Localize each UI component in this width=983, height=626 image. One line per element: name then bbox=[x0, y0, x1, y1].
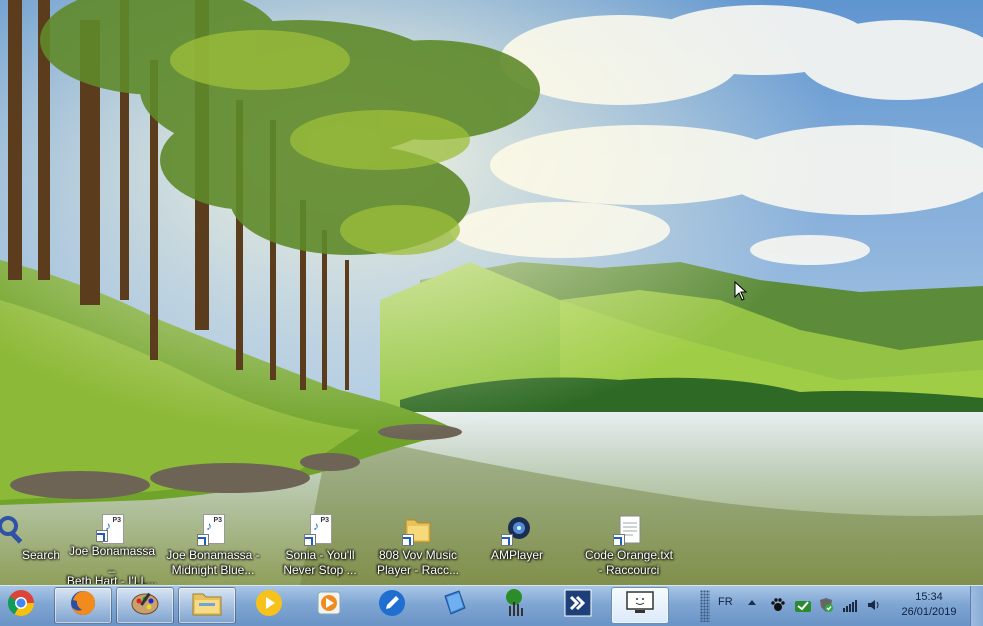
double-arrow-icon bbox=[563, 588, 593, 623]
desktop-icon-code-orange[interactable]: Code Orange.txt - Raccourci bbox=[581, 514, 677, 584]
mp3-shortcut-icon: ♪ P3 bbox=[197, 514, 229, 546]
desktop-icon-joe-bonamassa-beth-hart[interactable]: ♪ P3 Joe Bonamassa _ Beth Hart - I'LL... bbox=[64, 514, 160, 584]
text-file-shortcut-icon bbox=[613, 514, 645, 546]
speaker-icon[interactable] bbox=[866, 597, 882, 613]
green-check-icon[interactable] bbox=[794, 597, 811, 613]
taskbar-paint-button[interactable] bbox=[116, 587, 174, 624]
desktop-icon-label: Search bbox=[21, 548, 60, 562]
tray-grip bbox=[700, 590, 710, 622]
blue-pencil-icon bbox=[377, 588, 407, 623]
file-explorer-icon bbox=[191, 589, 223, 622]
desktop-icon-label: Sonia - You'll Never Stop ... bbox=[283, 548, 357, 577]
landscape-illustration bbox=[0, 0, 983, 585]
monitor-icon bbox=[624, 590, 656, 621]
paint-palette-icon bbox=[130, 590, 160, 621]
desktop-icon-label: Code Orange.txt - Raccourci bbox=[584, 548, 674, 577]
desktop-icon-label: 808 Vov Music Player - Racc... bbox=[376, 548, 460, 577]
mp3-shortcut-icon: ♪ P3 bbox=[96, 514, 128, 544]
shield-check-icon[interactable] bbox=[818, 597, 834, 613]
shortcut-arrow-icon bbox=[197, 534, 209, 546]
taskbar-equalizer-button[interactable] bbox=[487, 587, 545, 624]
desktop-icon-sonia-youll-never-stop[interactable]: ♪ P3 Sonia - You'll Never Stop ... bbox=[272, 514, 368, 584]
desktop-icon-label: Joe Bonamassa _ Beth Hart - I'LL... bbox=[66, 544, 158, 584]
taskbar-video-player-button[interactable] bbox=[300, 587, 358, 624]
signal-bars-icon[interactable] bbox=[842, 597, 858, 613]
folder-shortcut-icon bbox=[402, 514, 434, 546]
chrome-icon bbox=[6, 588, 36, 623]
taskbar-pencil-button[interactable] bbox=[363, 587, 421, 624]
system-clock[interactable]: 15:34 26/01/2019 bbox=[895, 590, 963, 620]
desktop-icon-label: Joe Bonamassa - Midnight Blue... bbox=[166, 548, 260, 577]
magnifier-icon bbox=[0, 514, 28, 546]
show-desktop-button[interactable] bbox=[970, 586, 983, 626]
mp3-shortcut-icon: ♪ P3 bbox=[304, 514, 336, 546]
taskbar-firefox-button[interactable] bbox=[54, 587, 112, 624]
shortcut-arrow-icon bbox=[304, 534, 316, 546]
desktop-wallpaper bbox=[0, 0, 983, 585]
shortcut-arrow-icon bbox=[96, 530, 108, 543]
video-player-icon bbox=[314, 588, 344, 623]
desktop-icon-amplayer[interactable]: AMPlayer bbox=[469, 514, 565, 584]
taskbar-yellow-player-button[interactable] bbox=[240, 587, 298, 624]
desktop-icon-joe-bonamassa-midnight-blue[interactable]: ♪ P3 Joe Bonamassa - Midnight Blue... bbox=[165, 514, 261, 584]
clock-date: 26/01/2019 bbox=[901, 606, 957, 618]
shortcut-arrow-icon bbox=[613, 534, 625, 546]
taskbar: FR 15:34 26/01/2019 bbox=[0, 585, 983, 626]
shortcut-arrow-icon bbox=[402, 534, 414, 546]
shortcut-arrow-icon bbox=[501, 534, 513, 546]
taskbar-remote-button[interactable] bbox=[549, 587, 607, 624]
taskbar-monitor-button[interactable] bbox=[611, 587, 669, 624]
taskbar-book-button[interactable] bbox=[425, 587, 483, 624]
mouse-cursor-icon bbox=[734, 280, 748, 306]
book-icon bbox=[439, 588, 469, 623]
firefox-icon bbox=[68, 588, 98, 623]
equalizer-icon bbox=[501, 588, 531, 623]
desktop-icon-808-vov-music-player[interactable]: 808 Vov Music Player - Racc... bbox=[370, 514, 466, 584]
desktop-icon-label: AMPlayer bbox=[490, 548, 543, 562]
language-indicator[interactable]: FR bbox=[718, 596, 733, 608]
yellow-play-icon bbox=[254, 588, 284, 623]
paw-icon[interactable] bbox=[770, 597, 786, 613]
taskbar-chrome-button[interactable] bbox=[0, 587, 42, 624]
clock-time: 15:34 bbox=[915, 591, 943, 603]
tray-overflow-arrow-icon[interactable] bbox=[748, 600, 756, 605]
desktop-icon-search[interactable]: Search bbox=[0, 514, 60, 584]
amplayer-icon bbox=[501, 514, 533, 546]
taskbar-explorer-button[interactable] bbox=[178, 587, 236, 624]
